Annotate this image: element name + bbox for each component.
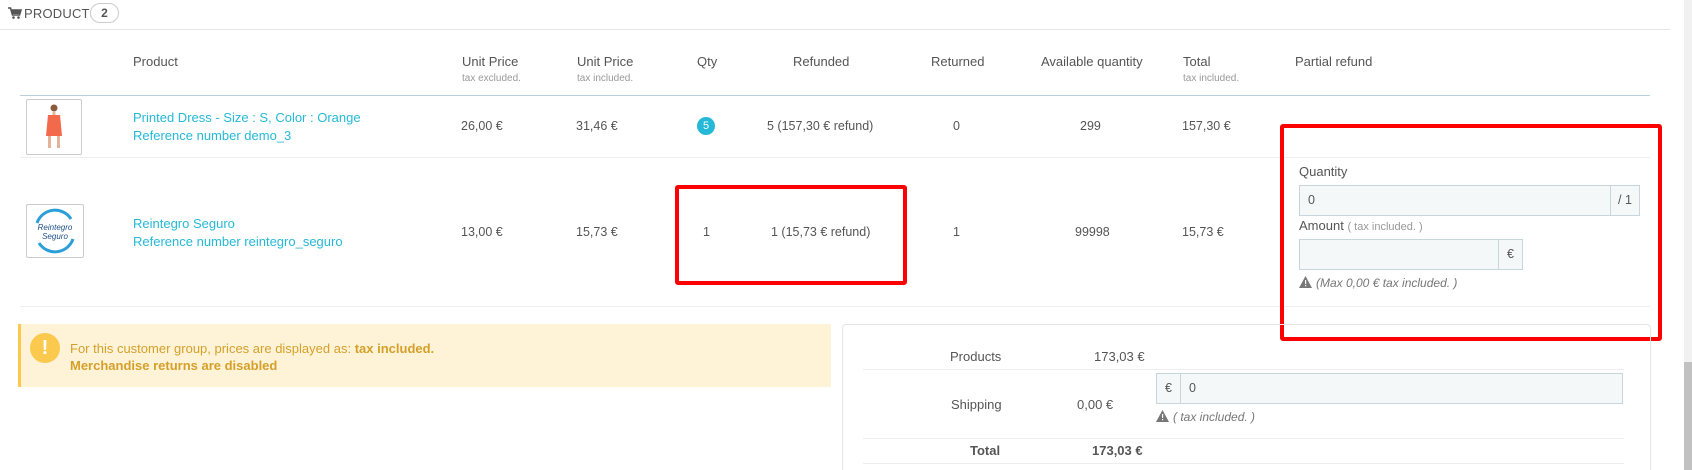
product-name-link[interactable]: Printed Dress - Size : S, Color : Orange xyxy=(133,110,361,125)
header-product: Product xyxy=(133,54,178,69)
product-name-link[interactable]: Reintegro Seguro xyxy=(133,216,235,231)
shipping-tax-note: ( tax included. ) xyxy=(1156,410,1255,424)
shipping-tax-note-text: ( tax included. ) xyxy=(1173,410,1256,424)
shopping-cart-icon xyxy=(8,7,22,19)
totals-divider xyxy=(863,369,1624,370)
totals-divider xyxy=(863,438,1624,439)
svg-text:Seguro: Seguro xyxy=(42,232,68,241)
warning-icon xyxy=(1156,410,1169,422)
header-unit-price-excl-sub: tax excluded. xyxy=(462,73,521,84)
qty-badge: 5 xyxy=(697,117,715,135)
returned-value: 1 xyxy=(953,225,960,239)
unit-price-incl: 15,73 € xyxy=(576,225,618,239)
product-count-badge: 2 xyxy=(90,3,119,23)
returned-value: 0 xyxy=(953,119,960,133)
available-quantity-value: 299 xyxy=(1080,119,1101,133)
header-qty: Qty xyxy=(697,54,718,69)
total-value: 157,30 € xyxy=(1182,119,1231,133)
totals-divider xyxy=(863,463,1624,464)
page-scrollbar-thumb[interactable] xyxy=(1684,362,1692,470)
header-partial-refund: Partial refund xyxy=(1295,54,1373,69)
alert-line1-prefix: For this customer group, prices are disp… xyxy=(70,341,352,356)
refunded-value: 5 (157,30 € refund) xyxy=(767,119,874,133)
header-returned: Returned xyxy=(931,54,985,69)
header-unit-price-incl: Unit Price xyxy=(577,54,634,69)
unit-price-incl: 31,46 € xyxy=(576,119,618,133)
header-unit-price-incl-sub: tax included. xyxy=(577,73,634,84)
totals-total-value: 173,03 € xyxy=(1092,443,1143,458)
totals-products-value: 173,03 € xyxy=(1094,349,1145,364)
customer-group-alert: ! For this customer group, prices are di… xyxy=(18,324,831,387)
unit-price-excl: 26,00 € xyxy=(461,119,503,133)
totals-products-label: Products xyxy=(950,349,1002,364)
shipping-currency-addon: € xyxy=(1156,373,1181,404)
header-divider xyxy=(20,95,1650,96)
unit-price-excl: 13,00 € xyxy=(461,225,503,239)
header-total-sub: tax included. xyxy=(1183,73,1240,84)
alert-text: For this customer group, prices are disp… xyxy=(70,340,434,374)
svg-text:Reintegro: Reintegro xyxy=(38,223,73,232)
product-thumbnail[interactable] xyxy=(26,99,82,155)
totals-shipping-value: 0,00 € xyxy=(1077,397,1114,412)
highlight-box-refunded xyxy=(675,185,907,285)
totals-total-label: Total xyxy=(970,443,1001,458)
highlight-box-partial-refund xyxy=(1280,124,1662,341)
available-quantity-value: 99998 xyxy=(1075,225,1110,239)
product-thumbnail[interactable]: Reintegro Seguro xyxy=(26,204,84,258)
product-reference-link[interactable]: Reference number demo_3 xyxy=(133,128,291,143)
total-value: 15,73 € xyxy=(1182,225,1224,239)
header-available-quantity: Available quantity xyxy=(1041,54,1143,69)
reintegro-logo-icon: Reintegro Seguro xyxy=(35,208,75,254)
header-unit-price-excl: Unit Price xyxy=(462,54,519,69)
panel-title: PRODUCTS xyxy=(24,6,99,21)
header-refunded: Refunded xyxy=(793,54,850,69)
alert-line2: Merchandise returns are disabled xyxy=(70,358,278,373)
products-panel-header: PRODUCTS 2 xyxy=(0,0,1670,30)
product-reference-link[interactable]: Reference number reintegro_seguro xyxy=(133,234,343,249)
shipping-refund-input[interactable]: 0 xyxy=(1180,373,1623,404)
header-total: Total xyxy=(1183,54,1211,69)
alert-line1-bold: tax included. xyxy=(354,341,435,356)
dress-image-icon xyxy=(46,104,62,148)
totals-shipping-label: Shipping xyxy=(951,397,1002,412)
exclamation-icon: ! xyxy=(30,333,60,363)
